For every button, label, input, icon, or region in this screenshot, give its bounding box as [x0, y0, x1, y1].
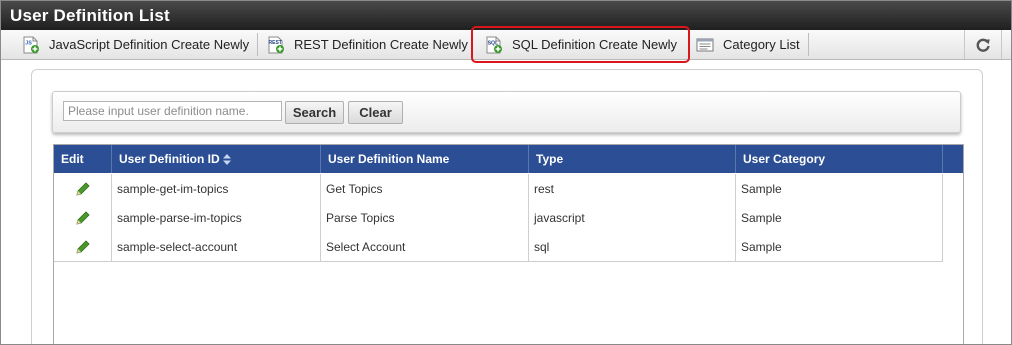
search-bar: Search Clear — [52, 91, 961, 133]
table-header: Edit User Definition ID User Definition … — [54, 145, 963, 173]
javascript-definition-create-button[interactable]: JS JavaScript Definition Create Newly — [13, 30, 258, 59]
column-header-edit-label: Edit — [61, 152, 84, 166]
edit-button[interactable] — [54, 174, 112, 203]
cell-user-definition-name: Get Topics — [321, 174, 529, 203]
column-header-category-label: User Category — [743, 152, 826, 166]
table-row[interactable]: sample-get-im-topics Get Topics rest Sam… — [54, 174, 943, 204]
edit-button[interactable] — [54, 232, 112, 261]
pencil-icon — [75, 210, 90, 225]
pencil-icon — [75, 181, 90, 196]
pencil-icon — [75, 239, 90, 254]
window-title: User Definition List — [10, 6, 170, 25]
column-header-user-definition-name[interactable]: User Definition Name — [321, 145, 529, 173]
refresh-button[interactable] — [964, 30, 1002, 59]
user-definition-name-input[interactable] — [63, 101, 282, 121]
column-header-name-label: User Definition Name — [328, 152, 450, 166]
table-row[interactable]: sample-parse-im-topics Parse Topics java… — [54, 203, 943, 233]
column-header-user-definition-id[interactable]: User Definition ID — [112, 145, 321, 173]
cell-type: sql — [529, 232, 736, 261]
sql-button-highlight — [471, 26, 690, 63]
cell-type: javascript — [529, 203, 736, 232]
toolbar-separator — [808, 33, 809, 56]
cell-user-definition-name: Parse Topics — [321, 203, 529, 232]
cell-user-definition-id: sample-parse-im-topics — [112, 203, 321, 232]
javascript-definition-create-label: JavaScript Definition Create Newly — [49, 37, 250, 52]
column-header-edit: Edit — [54, 145, 112, 173]
javascript-file-add-icon: JS — [23, 36, 39, 53]
rest-definition-create-button[interactable]: REST REST Definition Create Newly — [258, 30, 472, 59]
column-header-type[interactable]: Type — [529, 145, 736, 173]
user-definition-list-window: User Definition List JS JavaScript Defin… — [0, 0, 1012, 345]
rest-file-add-icon: REST — [268, 36, 284, 53]
category-list-label: Category List — [723, 37, 800, 52]
user-definition-table: Edit User Definition ID User Definition … — [53, 144, 964, 344]
cell-user-category: Sample — [736, 232, 943, 261]
clear-button[interactable]: Clear — [348, 101, 403, 124]
cell-user-category: Sample — [736, 203, 943, 232]
svg-text:JS: JS — [25, 40, 32, 46]
rest-definition-create-label: REST Definition Create Newly — [294, 37, 468, 52]
list-window-icon — [696, 38, 714, 51]
column-header-type-label: Type — [536, 152, 564, 166]
table-row[interactable]: sample-select-account Select Account sql… — [54, 232, 943, 262]
column-header-user-category[interactable]: User Category — [736, 145, 943, 173]
search-button[interactable]: Search — [285, 101, 344, 124]
cell-type: rest — [529, 174, 736, 203]
category-list-button[interactable]: Category List — [687, 30, 809, 59]
cell-user-definition-id: sample-select-account — [112, 232, 321, 261]
cell-user-category: Sample — [736, 174, 943, 203]
cell-user-definition-id: sample-get-im-topics — [112, 174, 321, 203]
edit-button[interactable] — [54, 203, 112, 232]
sort-icon — [222, 153, 231, 165]
refresh-icon — [976, 38, 990, 52]
column-header-id-label: User Definition ID — [119, 152, 220, 166]
cell-user-definition-name: Select Account — [321, 232, 529, 261]
